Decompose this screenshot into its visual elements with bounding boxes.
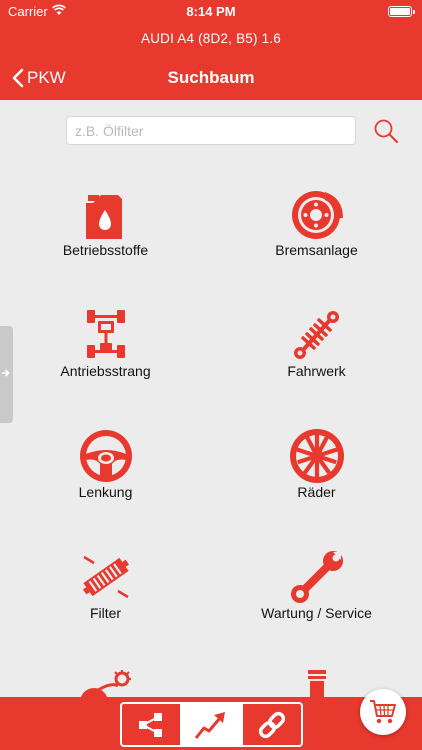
wrench-icon xyxy=(290,551,343,603)
tab-tree-view[interactable] xyxy=(122,704,180,745)
arrow-icon xyxy=(195,711,226,739)
category-filter[interactable]: Filter xyxy=(0,549,211,621)
tab-link-view[interactable] xyxy=(240,704,301,745)
tab-direct-view[interactable] xyxy=(180,704,241,745)
steering-wheel-icon xyxy=(79,430,132,482)
cart-icon xyxy=(370,700,396,724)
category-label: Fahrwerk xyxy=(287,363,346,379)
category-raeder[interactable]: Räder xyxy=(211,428,422,500)
page-title: Suchbaum xyxy=(167,68,255,87)
category-label: Antriebsstrang xyxy=(60,363,151,379)
view-mode-segmented-control xyxy=(120,702,303,747)
header-bar: Carrier 8:14 PM AUDI A4 (8D2, B5) 1.6 PK… xyxy=(0,0,422,100)
category-bremsanlage[interactable]: Bremsanlage xyxy=(211,186,422,258)
wheel-rim-icon xyxy=(289,429,344,483)
tree-icon xyxy=(139,712,163,737)
category-label: Wartung / Service xyxy=(261,605,372,621)
clock: 8:14 PM xyxy=(186,4,236,19)
category-label: Räder xyxy=(297,484,336,500)
shock-absorber-icon xyxy=(293,311,339,359)
category-label: Bremsanlage xyxy=(275,242,358,258)
category-wartung-service[interactable]: Wartung / Service xyxy=(211,549,422,621)
category-lenkung[interactable]: Lenkung xyxy=(0,428,211,500)
status-bar: Carrier 8:14 PM xyxy=(0,0,422,22)
vehicle-label: AUDI A4 (8D2, B5) 1.6 xyxy=(140,31,281,46)
brake-disc-icon xyxy=(291,191,343,239)
link-icon xyxy=(258,711,285,738)
category-label: Lenkung xyxy=(78,484,133,500)
cart-button[interactable] xyxy=(360,689,406,735)
search-input[interactable] xyxy=(66,116,356,145)
category-antriebsstrang[interactable]: Antriebsstrang xyxy=(0,307,211,379)
oil-canister-icon xyxy=(85,195,122,239)
drivetrain-icon xyxy=(86,310,125,358)
search-icon[interactable] xyxy=(373,118,399,144)
category-betriebsstoffe[interactable]: Betriebsstoffe xyxy=(0,186,211,258)
category-fahrwerk[interactable]: Fahrwerk xyxy=(211,307,422,379)
category-label: Betriebsstoffe xyxy=(62,242,149,258)
filter-icon xyxy=(82,555,129,599)
battery-icon xyxy=(388,6,415,17)
category-label: Filter xyxy=(89,605,122,621)
